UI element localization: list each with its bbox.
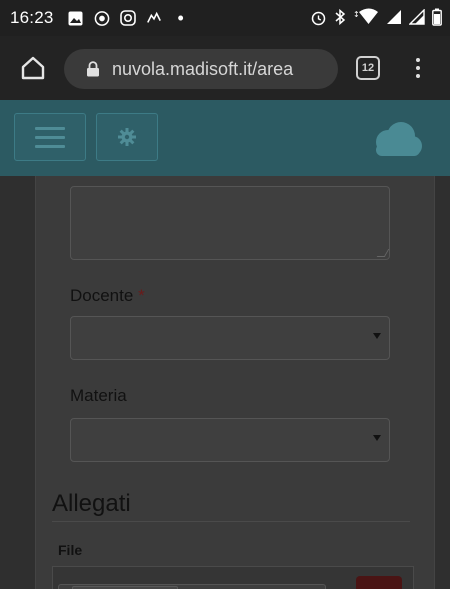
required-mark: * <box>138 286 145 305</box>
bluetooth-icon <box>335 8 346 26</box>
chevron-down-icon <box>373 333 381 339</box>
chevron-down-icon <box>373 435 381 441</box>
tab-count: 12 <box>361 62 375 74</box>
system-icons: ↕ <box>310 8 442 26</box>
hamburger-line <box>35 135 65 139</box>
browser-menu-button[interactable] <box>410 55 426 81</box>
docente-label-text: Docente <box>70 286 134 305</box>
app-header <box>0 100 450 176</box>
file-label: File <box>58 542 83 558</box>
status-bar: 16:23 • ↕ <box>0 0 450 36</box>
messenger-icon <box>146 10 162 26</box>
url-text: nuvola.madisoft.it/area <box>112 58 294 79</box>
cloud-logo-icon <box>376 122 422 156</box>
whatsapp-icon <box>94 10 110 26</box>
hamburger-menu-button[interactable] <box>14 113 86 161</box>
allegati-section-title: Allegati <box>52 490 131 517</box>
svg-text:↕: ↕ <box>353 10 360 19</box>
hamburger-line <box>35 126 65 130</box>
menu-dot-icon <box>416 74 420 78</box>
resize-handle-icon[interactable] <box>376 249 390 257</box>
browser-toolbar: nuvola.madisoft.it/area 12 <box>0 36 450 100</box>
form-panel: Docente * Materia Allegati File <box>35 176 435 589</box>
settings-button[interactable] <box>96 113 158 161</box>
menu-dot-icon <box>416 58 420 62</box>
address-bar[interactable]: nuvola.madisoft.it/area <box>64 49 338 89</box>
docente-label: Docente * <box>70 286 145 306</box>
battery-icon <box>432 8 442 26</box>
materia-select[interactable] <box>70 418 390 462</box>
home-icon[interactable] <box>20 55 46 81</box>
instagram-icon <box>119 10 136 26</box>
wifi-icon: ↕ <box>353 8 378 24</box>
alarm-icon <box>311 11 326 25</box>
gallery-icon <box>68 10 84 26</box>
gear-icon <box>118 128 136 146</box>
form-area: Docente * Materia Allegati File <box>0 176 450 589</box>
tab-switcher-button[interactable]: 12 <box>356 56 380 80</box>
more-notifications-dot-icon: • <box>177 7 184 28</box>
description-textarea[interactable] <box>70 186 390 260</box>
notification-icons: • <box>68 8 184 29</box>
signal-icon <box>387 10 401 24</box>
remove-file-button[interactable] <box>356 576 402 589</box>
docente-select[interactable] <box>70 316 390 360</box>
status-time: 16:23 <box>10 8 54 27</box>
hamburger-line <box>35 144 65 148</box>
signal-icon <box>409 9 425 25</box>
materia-label: Materia <box>70 386 127 405</box>
menu-dot-icon <box>416 66 420 70</box>
lock-icon <box>87 61 99 77</box>
section-divider <box>52 521 410 522</box>
